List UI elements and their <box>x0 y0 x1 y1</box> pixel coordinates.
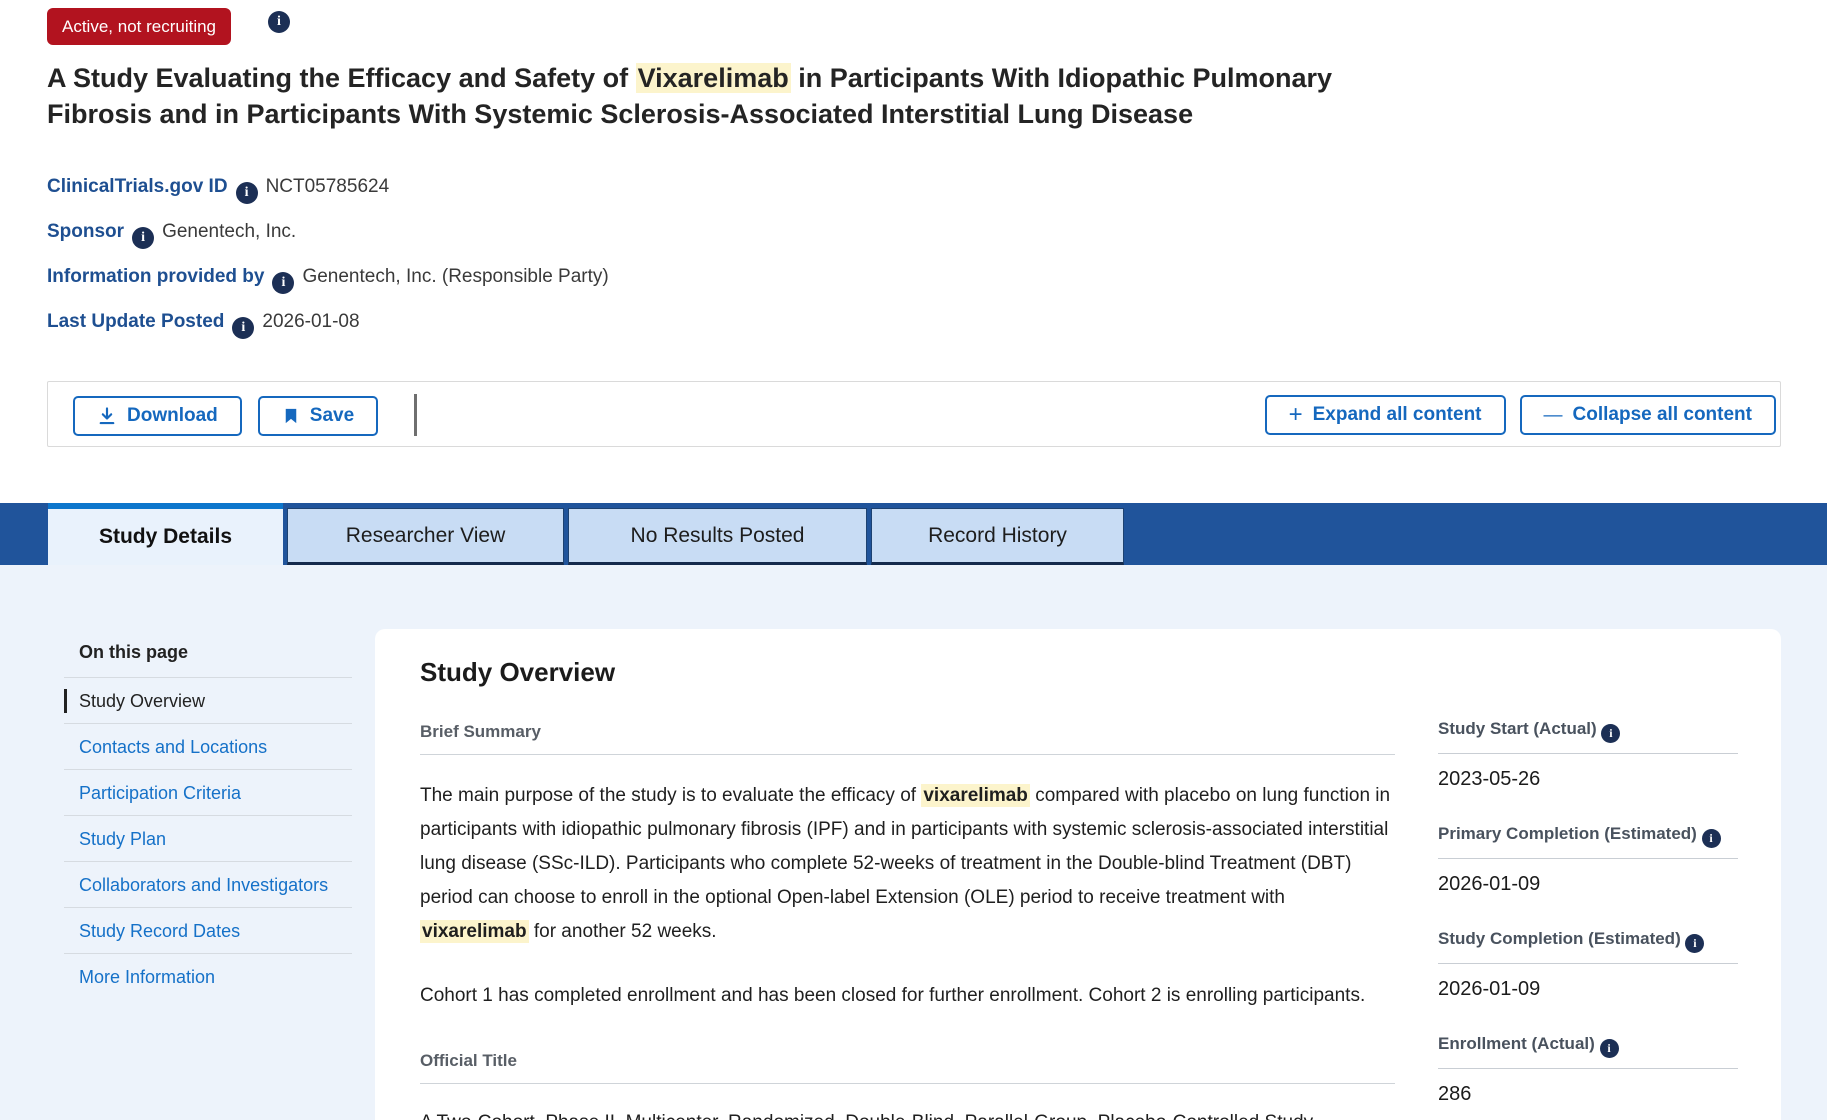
sidebar-item-label: More Information <box>79 967 216 987</box>
download-icon <box>97 406 117 426</box>
enrollment-value: 286 <box>1438 1083 1472 1105</box>
study-overview-main-column: Study Overview Brief Summary The main pu… <box>420 657 1395 1120</box>
tab-researcher-view[interactable]: Researcher View <box>287 508 564 565</box>
sponsor-info-icon[interactable] <box>132 227 155 249</box>
sidebar-item-label: Contacts and Locations <box>79 737 268 757</box>
primary-completion-value: 2026-01-09 <box>1438 873 1541 895</box>
plus-icon: + <box>1288 401 1303 428</box>
brief-summary-paragraph-2: Cohort 1 has completed enrollment and ha… <box>420 985 1366 1006</box>
nct-id-info-icon[interactable] <box>235 182 258 204</box>
p1-pre: The main purpose of the study is to eval… <box>420 785 922 806</box>
sponsor-value: Genentech, Inc. <box>162 221 297 242</box>
sponsor-label: Sponsor <box>47 221 125 242</box>
information-provided-by-value: Genentech, Inc. (Responsible Party) <box>302 266 609 287</box>
bookmark-icon <box>282 407 300 425</box>
last-update-posted-info-icon[interactable] <box>232 317 255 339</box>
save-button-label: Save <box>309 404 355 426</box>
active-indicator-bar <box>64 689 67 713</box>
sidebar-item-participation-criteria[interactable]: Participation Criteria <box>64 769 352 815</box>
rail-label-text: Enrollment (Actual) <box>1438 1034 1595 1053</box>
p1-highlight-1: vixarelimab <box>921 784 1030 807</box>
sidebar-item-study-record-dates[interactable]: Study Record Dates <box>64 907 352 953</box>
collapse-all-content-label: Collapse all content <box>1572 404 1752 425</box>
p1-highlight-2: vixarelimab <box>420 920 529 943</box>
enrollment-label: Enrollment (Actual) <box>1438 1034 1738 1069</box>
download-button[interactable]: Download <box>73 395 242 436</box>
collapse-all-content-button[interactable]: — Collapse all content <box>1519 395 1776 435</box>
brief-summary-paragraph-1: The main purpose of the study is to eval… <box>420 779 1395 949</box>
rail-entry-enrollment: Enrollment (Actual) 286 <box>1438 1034 1738 1106</box>
information-provided-by-info-icon[interactable] <box>272 272 295 294</box>
study-start-value: 2023-05-26 <box>1438 768 1541 790</box>
study-start-info-icon[interactable] <box>1601 724 1621 743</box>
tab-band: Study Details Researcher View No Results… <box>0 503 1827 565</box>
sidebar-item-collaborators-and-investigators[interactable]: Collaborators and Investigators <box>64 861 352 907</box>
official-title-label: Official Title <box>420 1051 1395 1084</box>
sidebar-item-study-overview[interactable]: Study Overview <box>64 677 352 723</box>
study-overview-card: Study Overview Brief Summary The main pu… <box>375 629 1781 1120</box>
rail-label-text: Study Completion (Estimated) <box>1438 929 1681 948</box>
tab-record-history[interactable]: Record History <box>871 508 1124 565</box>
rail-label-text: Study Start (Actual) <box>1438 719 1597 738</box>
sidebar-item-label: Study Overview <box>79 691 206 711</box>
sidebar-item-more-information[interactable]: More Information <box>64 953 352 999</box>
sidebar-item-contacts-and-locations[interactable]: Contacts and Locations <box>64 723 352 769</box>
page-title: A Study Evaluating the Efficacy and Safe… <box>47 60 1407 132</box>
nct-id-value: NCT05785624 <box>265 176 390 197</box>
last-update-posted-label: Last Update Posted <box>47 311 225 332</box>
primary-completion-label: Primary Completion (Estimated) <box>1438 824 1738 859</box>
enrollment-info-icon[interactable] <box>1599 1039 1619 1058</box>
clinicaltrials-study-page: Active, not recruiting A Study Evaluatin… <box>0 0 1827 1120</box>
title-highlight: Vixarelimab <box>635 63 791 93</box>
expand-all-content-button[interactable]: + Expand all content <box>1264 395 1506 435</box>
rail-entry-study-start: Study Start (Actual) 2023-05-26 <box>1438 719 1738 791</box>
study-completion-value: 2026-01-09 <box>1438 978 1541 1000</box>
toolbar-divider <box>414 394 418 436</box>
study-dates-rail: Study Start (Actual) 2023-05-26 Primary … <box>1438 719 1738 1120</box>
study-start-label: Study Start (Actual) <box>1438 719 1738 754</box>
meta-row-nct-id: ClinicalTrials.gov ID NCT05785624 <box>47 176 389 204</box>
sidebar-item-study-plan[interactable]: Study Plan <box>64 815 352 861</box>
rail-label-text: Primary Completion (Estimated) <box>1438 824 1697 843</box>
study-completion-info-icon[interactable] <box>1685 934 1705 953</box>
nct-id-label: ClinicalTrials.gov ID <box>47 176 228 197</box>
sidebar-item-label: Study Plan <box>79 829 167 849</box>
p1-post: for another 52 weeks. <box>528 921 717 942</box>
official-title-text: A Two-Cohort, Phase II, Multicenter, Ran… <box>420 1106 1395 1120</box>
last-update-posted-value: 2026-01-08 <box>262 311 360 332</box>
minus-icon: — <box>1543 404 1563 426</box>
primary-completion-info-icon[interactable] <box>1701 829 1721 848</box>
action-toolbar: Download Save + Expand all content — Col… <box>47 381 1781 447</box>
study-completion-label: Study Completion (Estimated) <box>1438 929 1738 964</box>
brief-summary-label: Brief Summary <box>420 722 1395 755</box>
on-this-page-heading: On this page <box>79 642 189 662</box>
tab-no-results-posted[interactable]: No Results Posted <box>568 508 867 565</box>
meta-row-information-provided-by: Information provided by Genentech, Inc. (… <box>47 266 609 294</box>
save-button[interactable]: Save <box>257 395 379 436</box>
tab-study-details[interactable]: Study Details <box>48 503 283 565</box>
sidebar-item-label: Participation Criteria <box>79 783 242 803</box>
rail-entry-primary-completion: Primary Completion (Estimated) 2026-01-0… <box>1438 824 1738 896</box>
information-provided-by-label: Information provided by <box>47 266 265 287</box>
on-this-page-nav: On this page Study Overview Contacts and… <box>64 632 352 999</box>
meta-row-sponsor: Sponsor Genentech, Inc. <box>47 221 296 249</box>
study-overview-heading: Study Overview <box>420 657 616 687</box>
sidebar-item-label: Study Record Dates <box>79 921 241 941</box>
download-button-label: Download <box>127 404 218 426</box>
meta-row-last-update-posted: Last Update Posted 2026-01-08 <box>47 311 360 339</box>
expand-all-content-label: Expand all content <box>1312 404 1482 425</box>
sidebar-item-label: Collaborators and Investigators <box>79 875 329 895</box>
rail-entry-study-completion: Study Completion (Estimated) 2026-01-09 <box>1438 929 1738 1001</box>
status-info-icon[interactable] <box>268 11 290 33</box>
title-pre: A Study Evaluating the Efficacy and Safe… <box>47 63 636 93</box>
status-badge: Active, not recruiting <box>47 8 232 45</box>
